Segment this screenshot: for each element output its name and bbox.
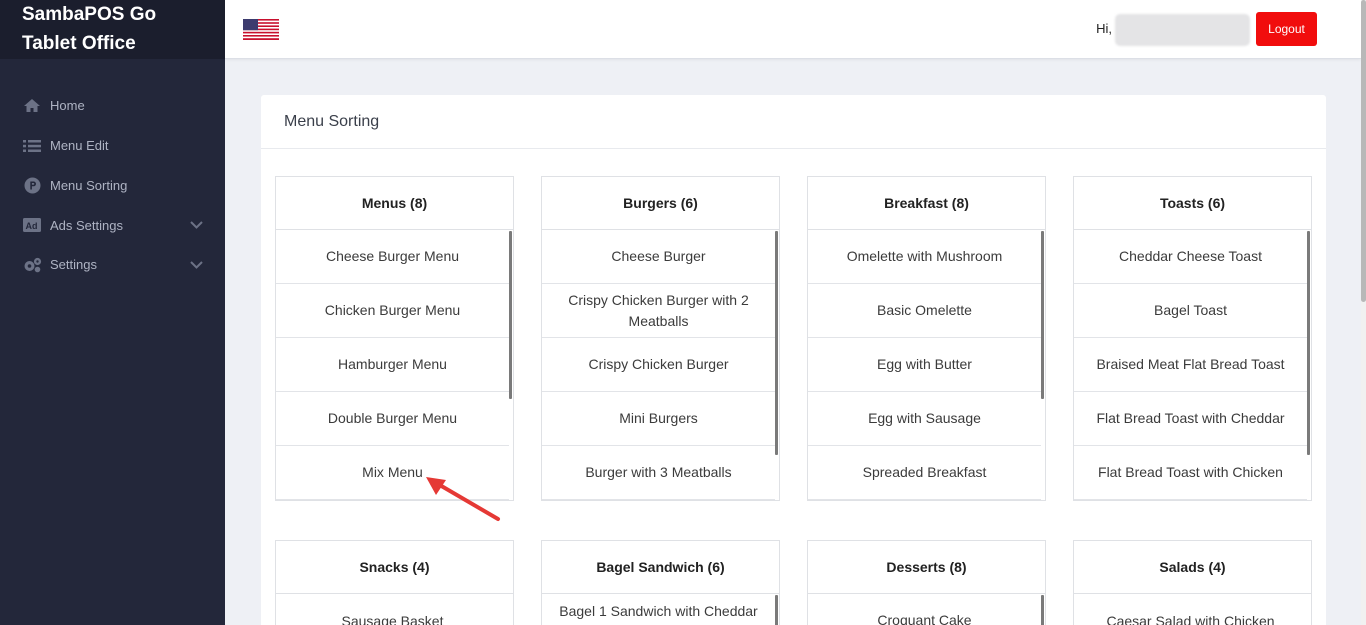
sortable-item[interactable]: Flat Bread Toast with Chicken	[1074, 446, 1307, 500]
category-panel-burgers: Burgers (6) Cheese Burger Crispy Chicken…	[541, 176, 780, 501]
sortable-item[interactable]: Bagel Toast	[1074, 284, 1307, 338]
category-item-list: Cheddar Cheese Toast Bagel Toast Braised…	[1074, 230, 1311, 500]
sortable-item[interactable]: Croquant Cake	[808, 594, 1041, 625]
sortable-item[interactable]: Flat Bread Toast with Cheddar	[1074, 392, 1307, 446]
sidebar-item-settings[interactable]: Settings	[0, 245, 225, 285]
chevron-down-icon[interactable]	[190, 257, 203, 272]
page-scrollbar[interactable]	[1361, 0, 1366, 625]
category-item-list: Sausage Basket	[276, 594, 513, 625]
sortable-item[interactable]: Sausage Basket	[276, 594, 509, 625]
p-circle-icon	[22, 177, 42, 194]
sidebar-item-menu-sorting[interactable]: Menu Sorting	[0, 166, 225, 206]
category-panel-snacks: Snacks (4) Sausage Basket	[275, 540, 514, 625]
sidebar: SambaPOS Go Tablet Office Home Menu Edit…	[0, 0, 225, 625]
category-title: Snacks (4)	[276, 541, 513, 594]
sortable-item[interactable]: Basic Omelette	[808, 284, 1041, 338]
category-panel-breakfast: Breakfast (8) Omelette with Mushroom Bas…	[807, 176, 1046, 501]
sortable-item[interactable]: Burger with 3 Meatballs	[542, 446, 775, 500]
category-item-list: Cheese Burger Crispy Chicken Burger with…	[542, 230, 779, 500]
sortable-item[interactable]: Egg with Butter	[808, 338, 1041, 392]
chevron-down-icon[interactable]	[190, 217, 203, 232]
sortable-item[interactable]: Egg with Sausage	[808, 392, 1041, 446]
sortable-item[interactable]: Braised Meat Flat Bread Toast	[1074, 338, 1307, 392]
svg-text:Ad: Ad	[26, 221, 38, 231]
annotation-arrow-icon	[426, 477, 500, 521]
sidebar-item-label: Settings	[50, 257, 97, 273]
list-scrollbar[interactable]	[775, 595, 778, 625]
list-scrollbar[interactable]	[1041, 231, 1044, 399]
sortable-item[interactable]: Crispy Chicken Burger	[542, 338, 775, 392]
menu-sorting-card: Menu Sorting Menus (8) Cheese Burger Men…	[261, 95, 1326, 625]
sidebar-item-ads-settings[interactable]: Ad Ads Settings	[0, 205, 225, 245]
greeting-text: Hi,	[1096, 21, 1112, 36]
category-item-list: Bagel 1 Sandwich with Cheddar	[542, 594, 779, 625]
list-scrollbar[interactable]	[1041, 595, 1044, 625]
sidebar-item-label: Home	[50, 98, 85, 114]
list-scrollbar[interactable]	[509, 231, 512, 399]
category-panel-salads: Salads (4) Caesar Salad with Chicken	[1073, 540, 1312, 625]
list-scrollbar[interactable]	[1307, 231, 1310, 455]
sortable-item[interactable]: Mini Burgers	[542, 392, 775, 446]
brand-title: SambaPOS Go Tablet Office	[0, 0, 225, 59]
category-title: Toasts (6)	[1074, 177, 1311, 230]
category-panel-bagel-sandwich: Bagel Sandwich (6) Bagel 1 Sandwich with…	[541, 540, 780, 625]
category-title: Desserts (8)	[808, 541, 1045, 594]
top-header: Hi, Logout	[225, 0, 1361, 59]
brand-line-1: SambaPOS Go	[22, 4, 157, 25]
page-scrollbar-thumb[interactable]	[1361, 0, 1366, 302]
sortable-item[interactable]: Spreaded Breakfast	[808, 446, 1041, 500]
card-header: Menu Sorting	[261, 95, 1326, 149]
list-icon	[22, 138, 42, 154]
sortable-item[interactable]: Double Burger Menu	[276, 392, 509, 446]
category-panel-desserts: Desserts (8) Croquant Cake	[807, 540, 1046, 625]
sidebar-item-label: Menu Edit	[50, 138, 109, 154]
sortable-item[interactable]: Caesar Salad with Chicken	[1074, 594, 1307, 625]
category-title: Breakfast (8)	[808, 177, 1045, 230]
sortable-item[interactable]: Chicken Burger Menu	[276, 284, 509, 338]
ad-icon: Ad	[22, 217, 42, 233]
sidebar-item-label: Ads Settings	[50, 217, 123, 233]
category-title: Bagel Sandwich (6)	[542, 541, 779, 594]
category-panel-menus: Menus (8) Cheese Burger Menu Chicken Bur…	[275, 176, 514, 501]
list-scrollbar[interactable]	[775, 231, 778, 455]
brand-line-2: Tablet Office	[22, 33, 136, 54]
sidebar-nav: Home Menu Edit Menu Sorting Ad Ads Setti…	[0, 86, 225, 285]
category-item-list: Croquant Cake	[808, 594, 1045, 625]
category-title: Menus (8)	[276, 177, 513, 230]
redacted-username	[1115, 14, 1250, 46]
sortable-item[interactable]: Hamburger Menu	[276, 338, 509, 392]
sidebar-item-home[interactable]: Home	[0, 86, 225, 126]
sortable-item[interactable]: Cheese Burger	[542, 230, 775, 284]
sortable-item[interactable]: Omelette with Mushroom	[808, 230, 1041, 284]
category-panel-toasts: Toasts (6) Cheddar Cheese Toast Bagel To…	[1073, 176, 1312, 501]
sortable-item[interactable]: Crispy Chicken Burger with 2 Meatballs	[542, 284, 775, 338]
category-title: Burgers (6)	[542, 177, 779, 230]
category-title: Salads (4)	[1074, 541, 1311, 594]
home-icon	[22, 98, 42, 114]
sidebar-item-label: Menu Sorting	[50, 177, 128, 193]
sortable-item[interactable]: Cheddar Cheese Toast	[1074, 230, 1307, 284]
category-item-list: Caesar Salad with Chicken	[1074, 594, 1311, 625]
category-item-list: Cheese Burger Menu Chicken Burger Menu H…	[276, 230, 513, 500]
gears-icon	[22, 257, 42, 273]
sortable-item[interactable]: Cheese Burger Menu	[276, 230, 509, 284]
category-item-list: Omelette with Mushroom Basic Omelette Eg…	[808, 230, 1045, 500]
sortable-item[interactable]: Bagel 1 Sandwich with Cheddar	[542, 594, 775, 625]
page-title: Menu Sorting	[284, 113, 380, 130]
us-flag-icon[interactable]	[243, 19, 279, 40]
logout-button[interactable]: Logout	[1256, 12, 1317, 46]
sidebar-item-menu-edit[interactable]: Menu Edit	[0, 126, 225, 166]
